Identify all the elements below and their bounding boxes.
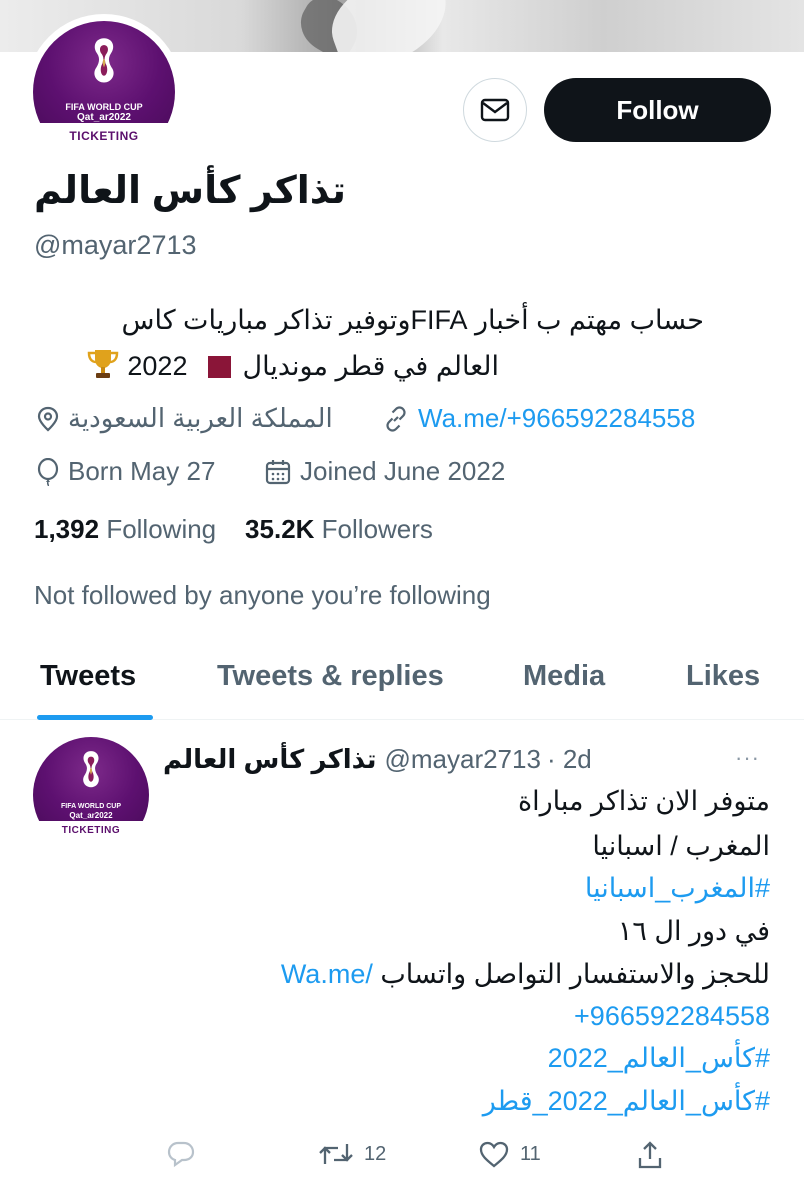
tweet-author-name[interactable]: تذاكر كأس العالم bbox=[163, 744, 376, 775]
tweet-hashtag[interactable]: #المغرب_اسبانيا bbox=[585, 873, 770, 904]
tweet-line: في دور ال ١٦ bbox=[617, 916, 770, 946]
profile-birthday: Born May 27 bbox=[36, 456, 215, 487]
world-cup-emblem-icon bbox=[83, 751, 99, 788]
followers-count: 35.2K bbox=[245, 514, 315, 544]
tweet-link[interactable]: Wa.me/ bbox=[281, 959, 373, 989]
location-text: المملكة العربية السعودية bbox=[68, 403, 333, 433]
location-pin-icon bbox=[37, 406, 59, 431]
tweet-avatar-text-qatar: Qat_ar2022 bbox=[69, 811, 113, 821]
calendar-icon bbox=[265, 459, 291, 484]
follow-counts: 1,392 Following 35.2K Followers bbox=[34, 514, 433, 545]
retweet-action[interactable]: 12 bbox=[318, 1140, 386, 1168]
tweet-hashtag[interactable]: #كأس_العالم_2022_قطر bbox=[483, 1086, 770, 1117]
tweet-contact-text: للحجز والاستفسار التواصل واتساب bbox=[380, 959, 770, 989]
more-options-icon[interactable]: ··· bbox=[735, 745, 760, 771]
tweet-phone-link[interactable]: +966592284558 bbox=[574, 1001, 770, 1032]
tweet-avatar-text-fifa: FIFA WORLD CUP bbox=[60, 803, 121, 811]
profile-website[interactable]: Wa.me/+966592284558 bbox=[382, 403, 695, 434]
like-count: 11 bbox=[520, 1142, 541, 1165]
link-icon bbox=[386, 405, 406, 432]
tweet-header: تذاكر كأس العالم @mayar2713 · 2d bbox=[163, 744, 592, 775]
bio-text: العالم في قطر مونديال bbox=[242, 351, 500, 381]
tweet-avatar-text-ticketing: TICKETING bbox=[61, 825, 121, 837]
tweet-line: متوفر الان تذاكر مباراة bbox=[517, 786, 770, 816]
reply-action[interactable] bbox=[166, 1140, 196, 1168]
heart-icon bbox=[479, 1141, 509, 1168]
avatar-text-qatar: Qat_ar2022 bbox=[77, 111, 131, 123]
follow-button[interactable]: Follow bbox=[544, 78, 771, 142]
avatar-text-fifa: FIFA WORLD CUP bbox=[65, 101, 143, 112]
profile-display-name: تذاكر كأس العالم bbox=[34, 170, 346, 212]
profile-tabs: Tweets Tweets & replies Media Likes bbox=[0, 640, 804, 720]
like-action[interactable]: 11 bbox=[478, 1140, 541, 1168]
profile-joined: Joined June 2022 bbox=[264, 456, 505, 487]
envelope-icon bbox=[480, 98, 510, 122]
profile-handle: @mayar2713 bbox=[34, 230, 197, 260]
profile-bio-line1: حساب مهتم ب أخبار FIFAوتوفير تذاكر مباري… bbox=[121, 305, 704, 335]
bio-year: 2022 bbox=[127, 351, 188, 381]
tweet-line: المغرب / اسبانيا bbox=[592, 831, 770, 861]
trophy-icon bbox=[87, 350, 119, 378]
profile-location: المملكة العربية السعودية bbox=[36, 403, 333, 434]
tweet-author-handle[interactable]: @mayar2713 bbox=[384, 744, 540, 775]
share-icon bbox=[638, 1141, 662, 1169]
balloon-icon bbox=[37, 457, 59, 486]
following-stat[interactable]: 1,392 Following bbox=[34, 514, 216, 544]
tweet-hashtag[interactable]: #كأس_العالم_2022 bbox=[548, 1043, 770, 1074]
profile-bio-line2: العالم في قطر مونديال 2022 bbox=[34, 347, 499, 382]
website-link[interactable]: Wa.me/+966592284558 bbox=[418, 403, 695, 434]
followers-stat[interactable]: 35.2K Followers bbox=[245, 514, 433, 544]
active-tab-indicator bbox=[37, 715, 153, 720]
avatar[interactable]: FIFA WORLD CUP Qat_ar2022 TICKETING bbox=[33, 21, 175, 163]
birthday-text: Born May 27 bbox=[68, 456, 216, 486]
avatar-text-ticketing: TICKETING bbox=[69, 128, 139, 143]
tab-likes[interactable]: Likes bbox=[686, 660, 760, 693]
qatar-flag-icon bbox=[198, 356, 231, 378]
tab-media[interactable]: Media bbox=[523, 660, 605, 693]
tweet-line: للحجز والاستفسار التواصل واتساب Wa.me/ bbox=[281, 959, 770, 990]
following-count: 1,392 bbox=[34, 514, 100, 544]
following-label: Following bbox=[106, 514, 217, 544]
followers-label: Followers bbox=[321, 514, 433, 544]
tab-tweets[interactable]: Tweets bbox=[40, 660, 136, 693]
world-cup-emblem-icon bbox=[94, 38, 114, 83]
reply-icon bbox=[167, 1141, 195, 1168]
not-followed-text: Not followed by anyone you’re following bbox=[34, 580, 491, 610]
tweet-time[interactable]: · 2d bbox=[547, 744, 592, 775]
joined-text: Joined June 2022 bbox=[300, 456, 506, 486]
tab-tweets-replies[interactable]: Tweets & replies bbox=[217, 660, 444, 693]
tweet-avatar[interactable]: FIFA WORLD CUP Qat_ar2022 TICKETING bbox=[33, 737, 149, 853]
retweet-icon bbox=[319, 1144, 353, 1164]
share-action[interactable] bbox=[636, 1140, 664, 1170]
message-button[interactable] bbox=[463, 78, 527, 142]
retweet-count: 12 bbox=[364, 1142, 387, 1165]
